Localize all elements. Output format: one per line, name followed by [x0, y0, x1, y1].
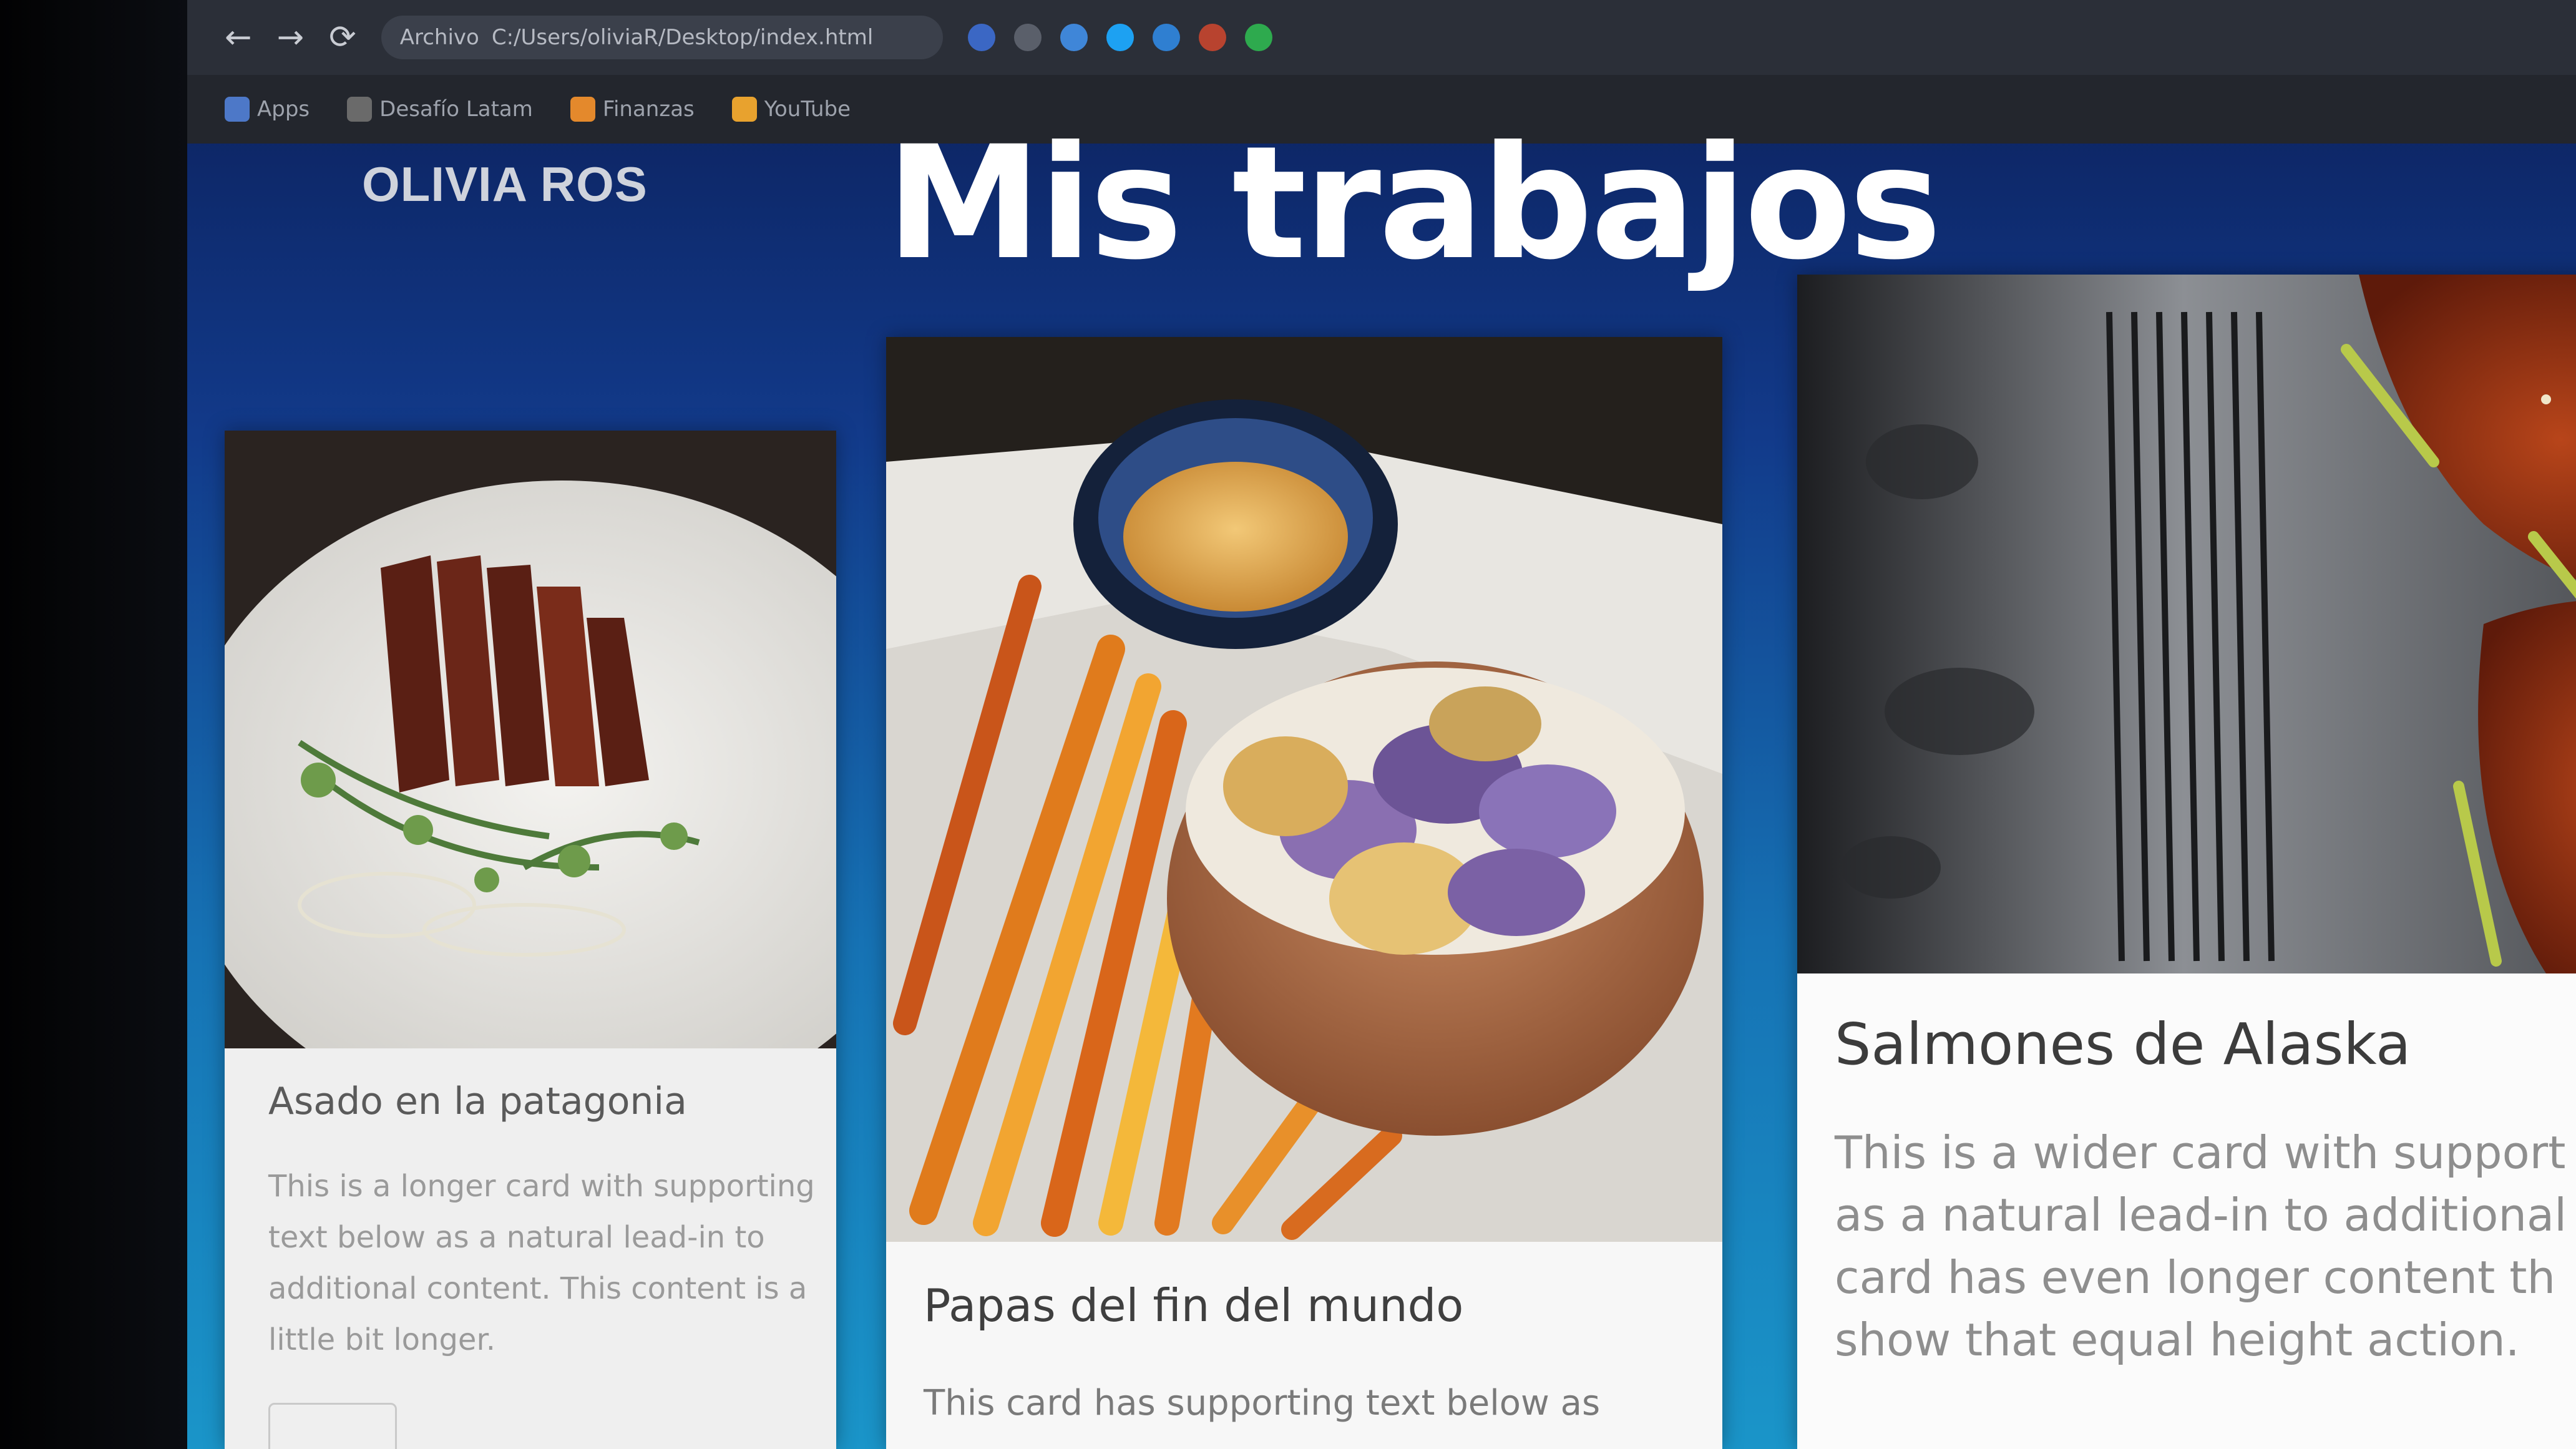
card-body: Salmones de Alaska This is a wider card …: [1797, 1011, 2576, 1371]
card-title: Papas del fin del mundo: [924, 1279, 1464, 1332]
forward-icon[interactable]: →: [277, 19, 305, 56]
card-text: This is a longer card with supporting te…: [268, 1169, 815, 1357]
card-image-roasted-vegetables: [886, 337, 1722, 1242]
card-image-salmon: [1797, 275, 2576, 973]
bookmark-icon: [347, 97, 373, 122]
bookmark-finanzas[interactable]: Finanzas: [570, 97, 695, 122]
extension-icon[interactable]: [1244, 24, 1272, 51]
card-body: Papas del fin del mundo This card has su…: [886, 1279, 1722, 1432]
card-text-line: show that equal height action.: [1835, 1314, 2520, 1366]
monitor-bezel: [0, 0, 187, 1449]
twitter-icon[interactable]: [1106, 24, 1134, 51]
url-prefix: Archivo: [399, 25, 479, 50]
address-bar[interactable]: Archivo C:/Users/oliviaR/Desktop/index.h…: [381, 16, 943, 59]
extension-icons: [967, 24, 1272, 51]
card-text-line: as a natural lead-in to additional: [1835, 1189, 2567, 1241]
extension-icon[interactable]: [967, 24, 995, 51]
card-button[interactable]: [268, 1403, 397, 1449]
folder-icon: [731, 97, 757, 122]
card-title: Asado en la patagonia: [268, 1080, 687, 1123]
page-title: Mis trabajos: [886, 112, 1942, 294]
bookmark-youtube[interactable]: YouTube: [731, 97, 851, 122]
reload-icon[interactable]: ⟳: [329, 19, 356, 56]
back-icon[interactable]: ←: [225, 19, 252, 56]
brand-logo[interactable]: OLIVIA ROS: [362, 156, 648, 213]
card-body: Asado en la patagonia This is a longer c…: [225, 1080, 836, 1449]
extension-icon[interactable]: [1198, 24, 1226, 51]
bookmark-desafio-latam[interactable]: Desafío Latam: [347, 97, 533, 122]
url-text: C:/Users/oliviaR/Desktop/index.html: [491, 25, 874, 50]
extension-icon[interactable]: [1060, 24, 1088, 51]
card-salmones: Salmones de Alaska This is a wider card …: [1797, 275, 2576, 1449]
browser-window: ← → ⟳ Archivo C:/Users/oliviaR/Desktop/i…: [187, 0, 2576, 1449]
card-title: Salmones de Alaska: [1835, 1011, 2411, 1078]
card-text-line: card has even longer content th: [1835, 1251, 2556, 1304]
card-asado: Asado en la patagonia This is a longer c…: [225, 431, 836, 1449]
bookmark-apps[interactable]: Apps: [225, 97, 310, 122]
browser-toolbar: ← → ⟳ Archivo C:/Users/oliviaR/Desktop/i…: [187, 0, 2576, 75]
card-image-grilled-meat: [225, 431, 836, 1048]
extension-icon[interactable]: [1152, 24, 1180, 51]
card-text-line: This is a wider card with support: [1835, 1126, 2566, 1179]
folder-icon: [570, 97, 595, 122]
card-text: This card has supporting text below as: [924, 1383, 1601, 1423]
apps-grid-icon: [225, 97, 250, 122]
card-papas: Papas del fin del mundo This card has su…: [886, 337, 1722, 1449]
extension-icon[interactable]: [1013, 24, 1042, 51]
